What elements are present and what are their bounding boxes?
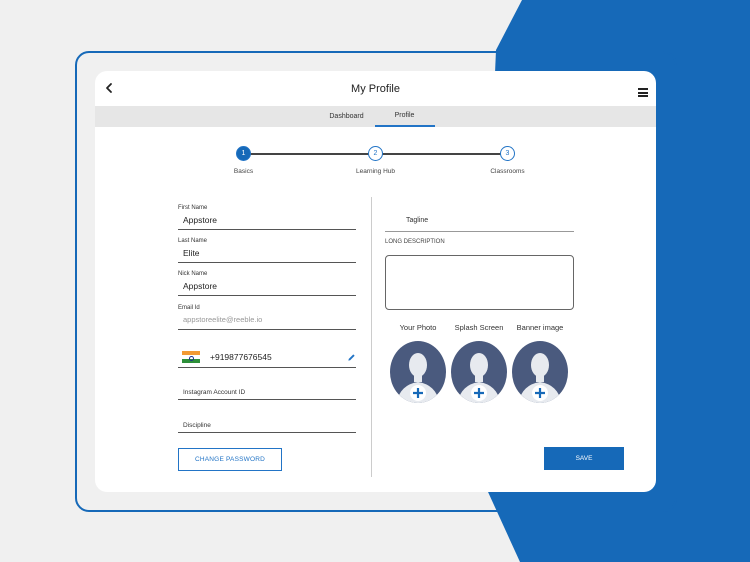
avatar-add-icon[interactable] bbox=[390, 341, 446, 407]
long-description-label: LONG DESCRIPTION bbox=[385, 239, 445, 245]
splash-screen-upload: Splash Screen bbox=[444, 323, 514, 407]
last-name-input[interactable]: Elite bbox=[178, 248, 356, 262]
tagline-input[interactable]: Tagline bbox=[406, 217, 428, 224]
last-name-label: Last Name bbox=[178, 238, 208, 244]
phone-field[interactable]: +919877676545 bbox=[178, 347, 356, 368]
nick-name-label: Nick Name bbox=[178, 271, 208, 277]
step-3-indicator[interactable]: 3 bbox=[500, 146, 515, 161]
chevron-left-icon[interactable] bbox=[103, 81, 115, 95]
discipline-field[interactable]: Discipline bbox=[178, 418, 356, 433]
pencil-icon[interactable] bbox=[347, 353, 356, 362]
avatar-add-icon[interactable] bbox=[451, 341, 507, 407]
tab-dashboard[interactable]: Dashboard bbox=[317, 106, 377, 127]
long-description-input[interactable] bbox=[385, 255, 574, 310]
email-field[interactable]: Email Id appstoreelite@reeble.io bbox=[178, 305, 356, 330]
phone-input[interactable]: +919877676545 bbox=[210, 352, 347, 362]
instagram-field[interactable]: Instagram Account ID bbox=[178, 385, 356, 400]
change-password-button[interactable]: CHANGE PASSWORD bbox=[178, 448, 282, 471]
first-name-field[interactable]: First Name Appstore bbox=[178, 205, 356, 230]
tab-bar: Dashboard Profile bbox=[95, 106, 656, 127]
save-button[interactable]: SAVE bbox=[544, 447, 624, 470]
india-flag-icon bbox=[182, 351, 200, 363]
step-1-indicator[interactable]: 1 bbox=[236, 146, 251, 161]
email-label: Email Id bbox=[178, 305, 200, 311]
nick-name-field[interactable]: Nick Name Appstore bbox=[178, 271, 356, 296]
last-name-field[interactable]: Last Name Elite bbox=[178, 238, 356, 263]
app-screen: My Profile Dashboard Profile 1 2 3 Basic… bbox=[95, 71, 656, 492]
hamburger-menu-icon[interactable] bbox=[638, 88, 648, 97]
avatar-add-icon[interactable] bbox=[512, 341, 568, 407]
step-1-label: Basics bbox=[233, 168, 254, 175]
banner-image-upload: Banner image bbox=[505, 323, 575, 407]
top-bar: My Profile bbox=[95, 71, 656, 105]
tab-profile[interactable]: Profile bbox=[374, 106, 435, 127]
first-name-input[interactable]: Appstore bbox=[178, 215, 356, 229]
banner-image-label: Banner image bbox=[516, 323, 564, 332]
email-input[interactable]: appstoreelite@reeble.io bbox=[178, 315, 356, 329]
step-2-indicator[interactable]: 2 bbox=[368, 146, 383, 161]
your-photo-label: Your Photo bbox=[399, 323, 437, 332]
instagram-input[interactable]: Instagram Account ID bbox=[178, 385, 356, 399]
column-divider bbox=[371, 197, 372, 477]
step-3-label: Classrooms bbox=[490, 168, 525, 175]
your-photo-upload: Your Photo bbox=[383, 323, 453, 407]
splash-screen-label: Splash Screen bbox=[454, 323, 504, 332]
tagline-field[interactable]: Tagline bbox=[385, 208, 574, 232]
first-name-label: First Name bbox=[178, 205, 208, 211]
discipline-input[interactable]: Discipline bbox=[178, 418, 356, 432]
nick-name-input[interactable]: Appstore bbox=[178, 281, 356, 295]
step-2-label: Learning Hub bbox=[355, 168, 396, 175]
progress-stepper: 1 2 3 Basics Learning Hub Classrooms bbox=[95, 146, 656, 186]
page-title: My Profile bbox=[351, 82, 400, 95]
